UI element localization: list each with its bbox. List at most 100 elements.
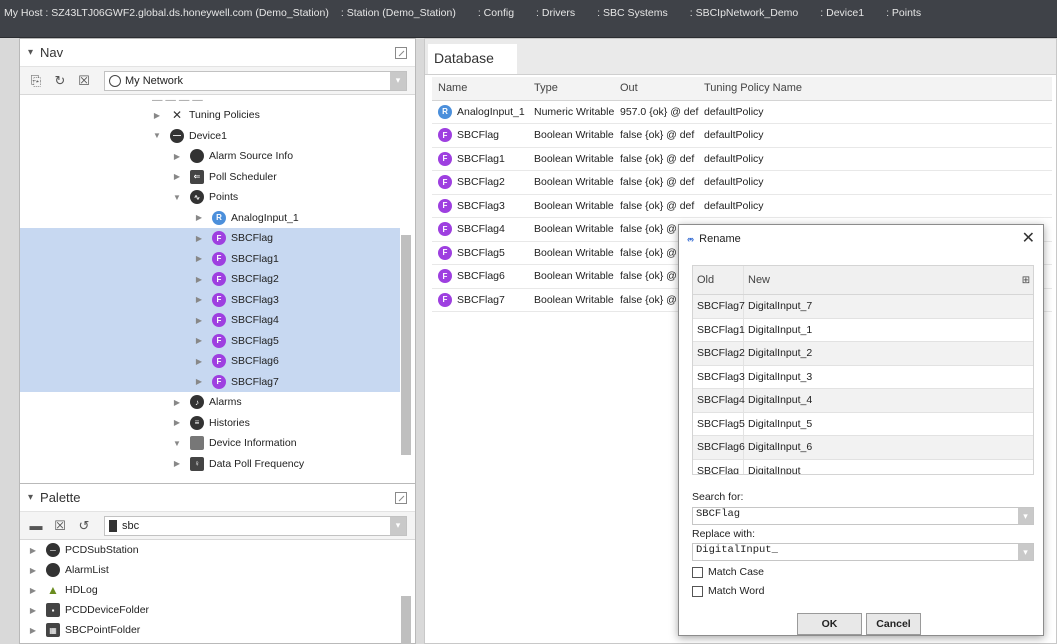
breadcrumb-station[interactable]: : Station (Demo_Station) <box>341 7 456 19</box>
breadcrumb-drivers[interactable]: : Drivers <box>536 7 575 19</box>
tree-row-tuning-policies[interactable]: ▶ ✕ Tuning Policies <box>20 105 400 126</box>
expand-icon[interactable]: ▶ <box>172 152 182 161</box>
expand-icon[interactable]: ▶ <box>194 336 204 345</box>
checkbox-box[interactable] <box>692 585 703 597</box>
dropdown-arrow-icon[interactable]: ▾ <box>1018 508 1033 524</box>
cell-new[interactable]: DigitalInput_3 <box>744 371 1033 383</box>
cell-new[interactable]: DigitalInput_2 <box>744 347 1033 359</box>
col-out[interactable]: Out <box>616 82 700 94</box>
cell-new[interactable]: DigitalInput_1 <box>744 324 1033 336</box>
folder-icon[interactable]: ▬ <box>28 518 44 534</box>
dropdown-arrow-icon[interactable]: ▾ <box>390 71 406 90</box>
cell-new[interactable]: DigitalInput_7 <box>744 300 1033 312</box>
tree-row-sbcflag5[interactable]: ▶ F SBCFlag5 <box>20 330 400 351</box>
tree-row-sbcflag7[interactable]: ▶ F SBCFlag7 <box>20 371 400 392</box>
column-config-icon[interactable]: ⊞ <box>1019 275 1033 286</box>
cell-new[interactable]: DigitalInput_6 <box>744 441 1033 453</box>
palette-item[interactable]: ▶ ▪ PCDDeviceFolder <box>20 600 400 620</box>
table-row[interactable]: F SBCFlag2 Boolean Writable false {ok} @ de… <box>432 171 1052 195</box>
table-row[interactable]: F SBCFlag Boolean Writable false {ok} @ def… <box>432 124 1052 148</box>
rename-row[interactable]: SBCFlag7 DigitalInput_7 <box>693 295 1033 319</box>
dropdown-arrow-icon[interactable]: ▾ <box>1018 544 1033 560</box>
rename-row[interactable]: SBCFlag DigitalInput_ <box>693 459 1033 474</box>
palette-item[interactable]: ▶ ─ PCDSubStation <box>20 540 400 560</box>
expand-icon[interactable]: ▶ <box>194 377 204 386</box>
cell-new[interactable]: DigitalInput_5 <box>744 418 1033 430</box>
maximize-icon[interactable] <box>395 46 407 59</box>
checkbox-box[interactable] <box>692 566 703 578</box>
tree-row-histories[interactable]: ▶ ≡ Histories <box>20 413 400 434</box>
expand-icon[interactable]: ▶ <box>194 234 204 243</box>
rename-row[interactable]: SBCFlag3 DigitalInput_3 <box>693 365 1033 389</box>
palette-item[interactable]: ▶ ▲ HDLog <box>20 580 400 600</box>
cell-new[interactable]: DigitalInput_4 <box>744 394 1033 406</box>
tree-row-alarm-source-info[interactable]: ▶ Alarm Source Info <box>20 146 400 167</box>
tree-row-sbcflag4[interactable]: ▶ F SBCFlag4 <box>20 310 400 331</box>
palette-scrollbar[interactable] <box>401 596 411 644</box>
collapse-icon[interactable]: ▼ <box>152 131 162 140</box>
tab-database[interactable]: Database <box>428 44 517 74</box>
match-case-checkbox[interactable]: Match Case <box>692 566 764 578</box>
table-row[interactable]: R AnalogInput_1 Numeric Writable 957.0 {ok}… <box>432 101 1052 124</box>
rename-row[interactable]: SBCFlag1 DigitalInput_1 <box>693 318 1033 342</box>
expand-icon[interactable]: ▶ <box>28 606 38 615</box>
expand-icon[interactable]: ▶ <box>194 254 204 263</box>
breadcrumb-points[interactable]: : Points <box>886 7 921 19</box>
palette-search[interactable]: sbc ▾ <box>104 515 407 536</box>
nav-scrollbar[interactable] <box>401 235 411 455</box>
tree-row-sbcflag[interactable]: ▶ F SBCFlag <box>20 228 400 249</box>
dropdown-arrow-icon[interactable]: ▾ <box>390 516 406 535</box>
tree-row-analoginput1[interactable]: ▶ R AnalogInput_1 <box>20 208 400 229</box>
close-palette-icon[interactable]: ☒ <box>52 518 68 534</box>
expand-icon[interactable]: ▶ <box>172 398 182 407</box>
tree-row-sbcflag3[interactable]: ▶ F SBCFlag3 <box>20 289 400 310</box>
rename-row[interactable]: SBCFlag2 DigitalInput_2 <box>693 342 1033 366</box>
expand-icon[interactable]: ▶ <box>194 295 204 304</box>
col-old[interactable]: Old <box>693 266 744 294</box>
tree-row-sbcflag2[interactable]: ▶ F SBCFlag2 <box>20 269 400 290</box>
tree-row-poll-scheduler[interactable]: ▶ ⇐ Poll Scheduler <box>20 167 400 188</box>
col-type[interactable]: Type <box>530 82 616 94</box>
tree-row-points[interactable]: ▼ ∿ Points <box>20 187 400 208</box>
expand-icon[interactable]: ▶ <box>194 213 204 222</box>
expand-icon[interactable]: ▶ <box>194 316 204 325</box>
sync-icon[interactable]: ⎘ <box>28 73 44 89</box>
history-icon[interactable]: ↺ <box>76 518 92 534</box>
col-new[interactable]: New <box>744 274 1019 286</box>
maximize-icon[interactable] <box>395 491 407 504</box>
close-icon[interactable]: ✕ <box>1022 231 1035 247</box>
expand-icon[interactable]: ▶ <box>194 275 204 284</box>
expand-icon[interactable]: ▶ <box>28 626 38 635</box>
expand-icon[interactable]: ▶ <box>172 172 182 181</box>
tree-row-device-information[interactable]: ▼ Device Information <box>20 433 400 454</box>
close-tree-icon[interactable]: ☒ <box>76 73 92 89</box>
breadcrumb-device[interactable]: : Device1 <box>820 7 864 19</box>
expand-icon[interactable]: ▶ <box>172 459 182 468</box>
rename-row[interactable]: SBCFlag6 DigitalInput_6 <box>693 436 1033 460</box>
tree-row-data-poll-frequency[interactable]: ▶ ♀ Data Poll Frequency <box>20 454 400 475</box>
palette-item[interactable]: ▶ AlarmList <box>20 560 400 580</box>
chevron-down-icon[interactable]: ▾ <box>28 47 33 58</box>
replace-with-input[interactable]: DigitalInput_ <box>692 543 1034 561</box>
rename-row[interactable]: SBCFlag4 DigitalInput_4 <box>693 389 1033 413</box>
cell-new[interactable]: DigitalInput_ <box>744 465 1033 474</box>
rename-row[interactable]: SBCFlag5 DigitalInput_5 <box>693 412 1033 436</box>
expand-icon[interactable]: ▶ <box>152 111 162 120</box>
breadcrumb-network[interactable]: : SBCIpNetwork_Demo <box>690 7 799 19</box>
tree-row-alarms[interactable]: ▶ ♪ Alarms <box>20 392 400 413</box>
ok-button[interactable]: OK <box>797 613 862 635</box>
collapse-icon[interactable]: ▼ <box>172 439 182 448</box>
match-word-checkbox[interactable]: Match Word <box>692 585 764 597</box>
expand-icon[interactable]: ▶ <box>194 357 204 366</box>
tree-row-sbcflag6[interactable]: ▶ F SBCFlag6 <box>20 351 400 372</box>
breadcrumb-host[interactable]: My Host : SZ43LTJ06GWF2.global.ds.honeyw… <box>4 7 329 19</box>
nav-tab[interactable]: ▾ Nav <box>28 45 63 60</box>
col-name[interactable]: Name <box>432 82 530 94</box>
expand-icon[interactable]: ▶ <box>28 566 38 575</box>
expand-icon[interactable]: ▶ <box>28 546 38 555</box>
tree-row-sbcflag1[interactable]: ▶ F SBCFlag1 <box>20 248 400 269</box>
expand-icon[interactable]: ▶ <box>172 418 182 427</box>
refresh-icon[interactable]: ↻ <box>52 73 68 89</box>
network-select[interactable]: My Network ▾ <box>104 70 407 91</box>
breadcrumb-config[interactable]: : Config <box>478 7 514 19</box>
